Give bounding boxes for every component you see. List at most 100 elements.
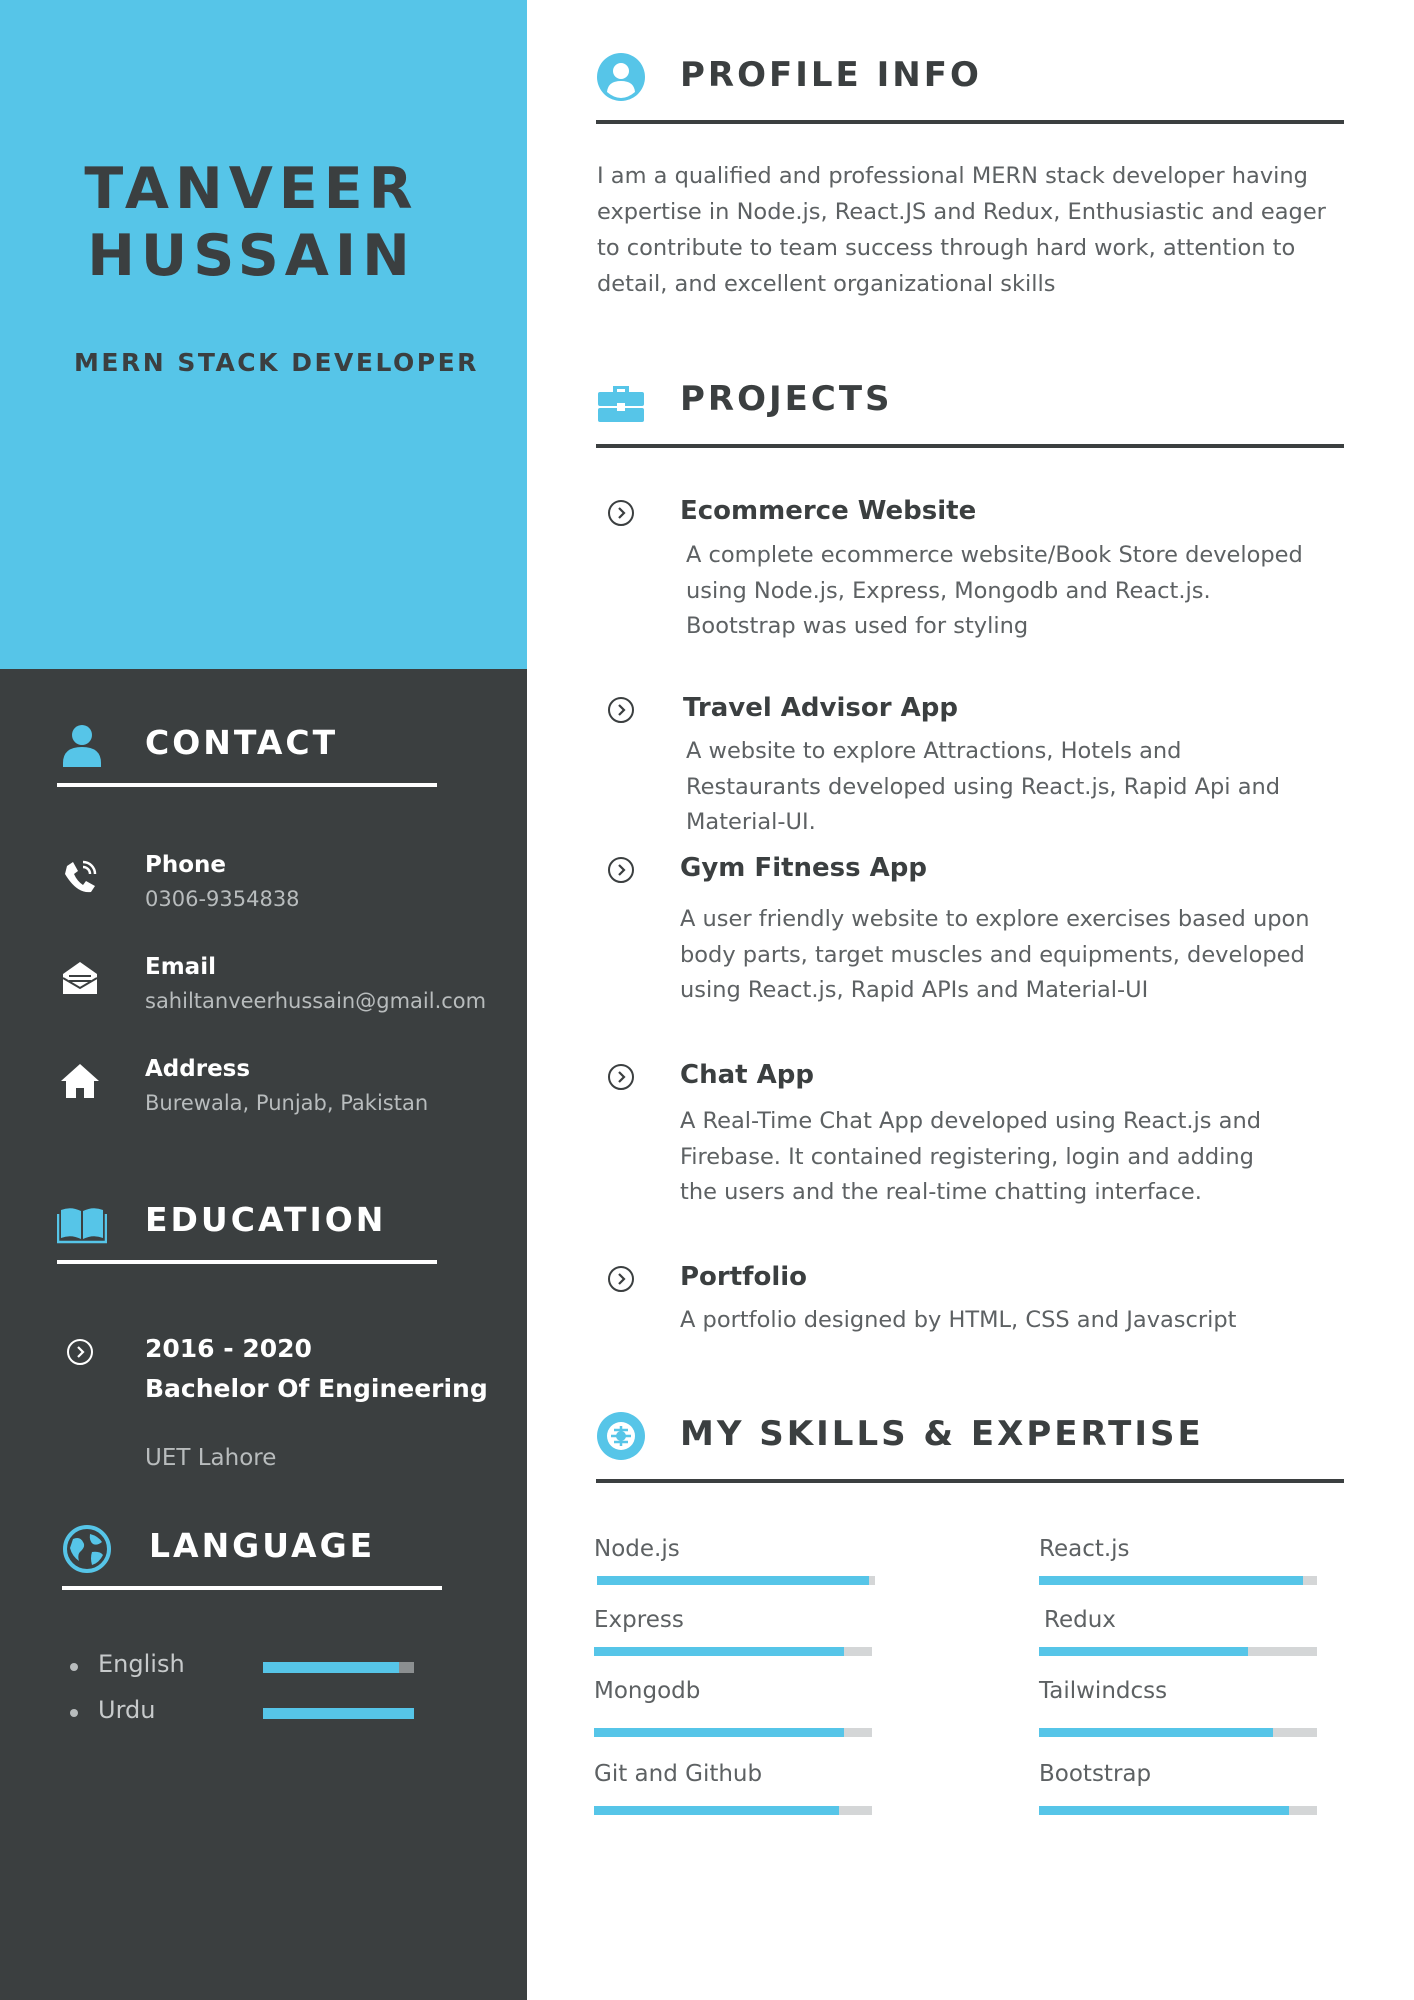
- language-item: English: [70, 1650, 420, 1680]
- profile-summary: I am a qualified and professional MERN s…: [597, 163, 1326, 297]
- skill-item: Bootstrap: [1039, 1761, 1319, 1815]
- skill-bar-fill: [594, 1728, 845, 1737]
- education-title: EDUCATION: [145, 1200, 387, 1239]
- chevron-circle-icon: [608, 1064, 634, 1090]
- address-value: Burewala, Punjab, Pakistan: [145, 1091, 429, 1115]
- user-circle-icon: [597, 53, 645, 101]
- project-title: Gym Fitness App: [680, 853, 928, 883]
- contact-title: CONTACT: [145, 723, 339, 762]
- skill-bar: [1039, 1576, 1317, 1585]
- home-icon: [61, 1064, 99, 1098]
- language-name: Urdu: [98, 1696, 156, 1724]
- skills-heading: MY SKILLS & EXPERTISE: [596, 1411, 1344, 1483]
- skill-bar-fill: [1039, 1806, 1290, 1815]
- projects-heading: PROJECTS: [596, 376, 1344, 448]
- profile-heading: PROFILE INFO: [596, 52, 1344, 124]
- language-bar-fill: [263, 1708, 414, 1719]
- skill-bar: [597, 1576, 875, 1585]
- profile-title: PROFILE INFO: [680, 55, 982, 95]
- language-bar-fill: [263, 1662, 399, 1673]
- address-label: Address: [145, 1056, 251, 1082]
- book-icon: [57, 1208, 107, 1244]
- skills-title: MY SKILLS & EXPERTISE: [680, 1414, 1204, 1454]
- skill-item: Express: [594, 1607, 874, 1657]
- skill-name: Tailwindcss: [1039, 1678, 1168, 1704]
- education-years: 2016 - 2020: [145, 1334, 312, 1363]
- name-last: HUSSAIN: [87, 223, 416, 289]
- language-item: Urdu: [70, 1696, 420, 1726]
- briefcase-icon: [598, 386, 644, 422]
- phone-value: 0306-9354838: [145, 887, 300, 911]
- phone-label: Phone: [145, 852, 227, 878]
- phone-icon: [65, 860, 97, 893]
- skill-bar-fill: [597, 1576, 870, 1585]
- skill-bar: [594, 1647, 872, 1656]
- skill-name: Mongodb: [594, 1678, 701, 1704]
- bullet-dot: [70, 1709, 78, 1717]
- user-icon: [63, 725, 101, 767]
- skill-name: Bootstrap: [1039, 1761, 1152, 1787]
- skill-name: React.js: [1039, 1536, 1130, 1562]
- skill-item: Mongodb: [594, 1678, 874, 1737]
- education-rule: [57, 1260, 437, 1264]
- project-description: A website to explore Attractions, Hotels…: [686, 738, 1281, 835]
- project-title: Ecommerce Website: [680, 496, 977, 526]
- profile-rule: [596, 120, 1344, 124]
- chevron-circle-icon: [67, 1339, 93, 1365]
- skill-item: Tailwindcss: [1039, 1678, 1319, 1737]
- project-description: A Real-Time Chat App developed using Rea…: [680, 1108, 1262, 1205]
- projects-rule: [596, 444, 1344, 448]
- skill-bar: [1039, 1806, 1317, 1815]
- projects-title: PROJECTS: [680, 379, 893, 419]
- envelope-icon: [62, 962, 98, 994]
- language-bar: [263, 1708, 414, 1719]
- language-rule: [62, 1586, 442, 1590]
- skill-bar: [594, 1728, 872, 1737]
- language-heading: LANGUAGE: [62, 1518, 442, 1590]
- skill-bar: [1039, 1647, 1317, 1656]
- email-value: sahiltanveerhussain@gmail.com: [145, 989, 487, 1013]
- project-title: Portfolio: [680, 1262, 808, 1292]
- skill-name: Express: [594, 1607, 684, 1633]
- name-first: TANVEER: [84, 156, 419, 222]
- skills-rule: [596, 1479, 1344, 1483]
- job-title: MERN STACK DEVELOPER: [74, 348, 479, 377]
- globe-icon: [63, 1525, 111, 1573]
- contact-rule: [57, 783, 437, 787]
- project-description: A user friendly website to explore exerc…: [680, 906, 1310, 1003]
- project-title: Chat App: [680, 1060, 814, 1090]
- chevron-circle-icon: [608, 500, 634, 526]
- project-description: A portfolio designed by HTML, CSS and Ja…: [680, 1307, 1237, 1333]
- project-title: Travel Advisor App: [683, 693, 958, 723]
- skill-bar-fill: [1039, 1728, 1273, 1737]
- chevron-circle-icon: [608, 697, 634, 723]
- language-bar: [263, 1662, 414, 1673]
- bullet-dot: [70, 1663, 78, 1671]
- skill-name: Redux: [1044, 1607, 1116, 1633]
- skill-item: Node.js: [594, 1536, 875, 1586]
- chevron-circle-icon: [608, 1266, 634, 1292]
- education-heading: EDUCATION: [57, 1192, 437, 1264]
- skill-name: Git and Github: [594, 1761, 763, 1787]
- skill-name: Node.js: [594, 1536, 680, 1562]
- skill-item: Git and Github: [594, 1761, 874, 1815]
- sidebar: TANVEER HUSSAIN MERN STACK DEVELOPER CON…: [0, 0, 527, 2000]
- language-title: LANGUAGE: [149, 1526, 376, 1565]
- chevron-circle-icon: [608, 857, 634, 883]
- skill-item: Redux: [1039, 1607, 1319, 1657]
- language-name: English: [98, 1650, 185, 1678]
- skill-item: React.js: [1039, 1536, 1319, 1586]
- skill-bar-fill: [594, 1647, 845, 1656]
- skill-bar-fill: [594, 1806, 839, 1815]
- name-banner: TANVEER HUSSAIN MERN STACK DEVELOPER: [0, 0, 527, 669]
- skill-bar: [594, 1806, 872, 1815]
- skill-bar-fill: [1039, 1647, 1248, 1656]
- email-label: Email: [145, 954, 216, 980]
- project-description: A complete ecommerce website/Book Store …: [686, 542, 1303, 639]
- skills-target-icon: [597, 1412, 645, 1460]
- education-school: UET Lahore: [145, 1445, 277, 1471]
- education-degree: Bachelor Of Engineering: [145, 1374, 488, 1403]
- skill-bar: [1039, 1728, 1317, 1737]
- contact-heading: CONTACT: [57, 715, 437, 787]
- skill-bar-fill: [1039, 1576, 1304, 1585]
